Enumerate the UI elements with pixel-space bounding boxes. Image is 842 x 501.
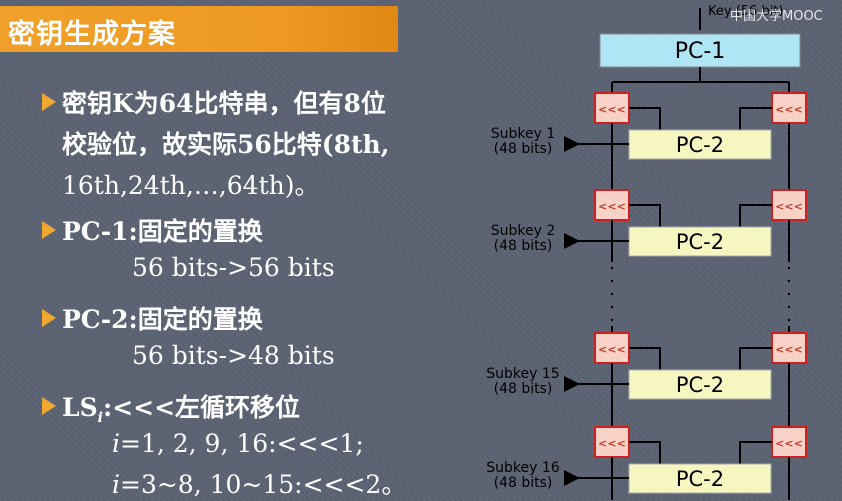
- pc2-input-right: [739, 441, 772, 464]
- subkey-name: Subkey 15: [486, 366, 559, 382]
- subkey-name: Subkey 2: [491, 223, 556, 239]
- pc2-input-left: [629, 107, 661, 130]
- ellipsis-dots: [610, 266, 791, 322]
- key-schedule-diagram: PC-1 <<< <<<PC-2Subkey 1(48 bits)<<< <<<PC…: [486, 4, 807, 500]
- subkey-bits: (48 bits): [494, 141, 553, 157]
- subkey-bits: (48 bits): [494, 238, 553, 254]
- subkey-name: Subkey 16: [486, 460, 560, 476]
- subkey-name: Subkey 1: [491, 126, 556, 142]
- shift-label: <<<: [598, 103, 626, 116]
- watermark-text: 中国大学MOOC: [730, 9, 823, 24]
- shift-label: <<<: [775, 103, 803, 116]
- pc2-input-right: [739, 347, 772, 370]
- pc2-input-left: [629, 441, 661, 464]
- pc2-label: PC-2: [676, 133, 724, 157]
- pc2-label: PC-2: [676, 230, 724, 254]
- shift-label: <<<: [775, 437, 803, 450]
- pc1-label: PC-1: [675, 39, 726, 64]
- shift-label: <<<: [598, 437, 626, 450]
- pc2-label: PC-2: [676, 467, 724, 491]
- pc2-input-right: [739, 107, 772, 130]
- pc2-input-right: [739, 204, 772, 227]
- subkey-bits: (48 bits): [494, 381, 553, 397]
- shift-label: <<<: [775, 343, 803, 356]
- pc2-input-left: [629, 347, 661, 370]
- subkey-bits: (48 bits): [494, 475, 553, 491]
- shift-label: <<<: [598, 343, 626, 356]
- shift-label: <<<: [775, 200, 803, 213]
- shift-label: <<<: [598, 200, 626, 213]
- pc2-input-left: [629, 204, 661, 227]
- pc2-label: PC-2: [676, 373, 724, 397]
- watermark: 中国大学MOOC: [700, 0, 842, 24]
